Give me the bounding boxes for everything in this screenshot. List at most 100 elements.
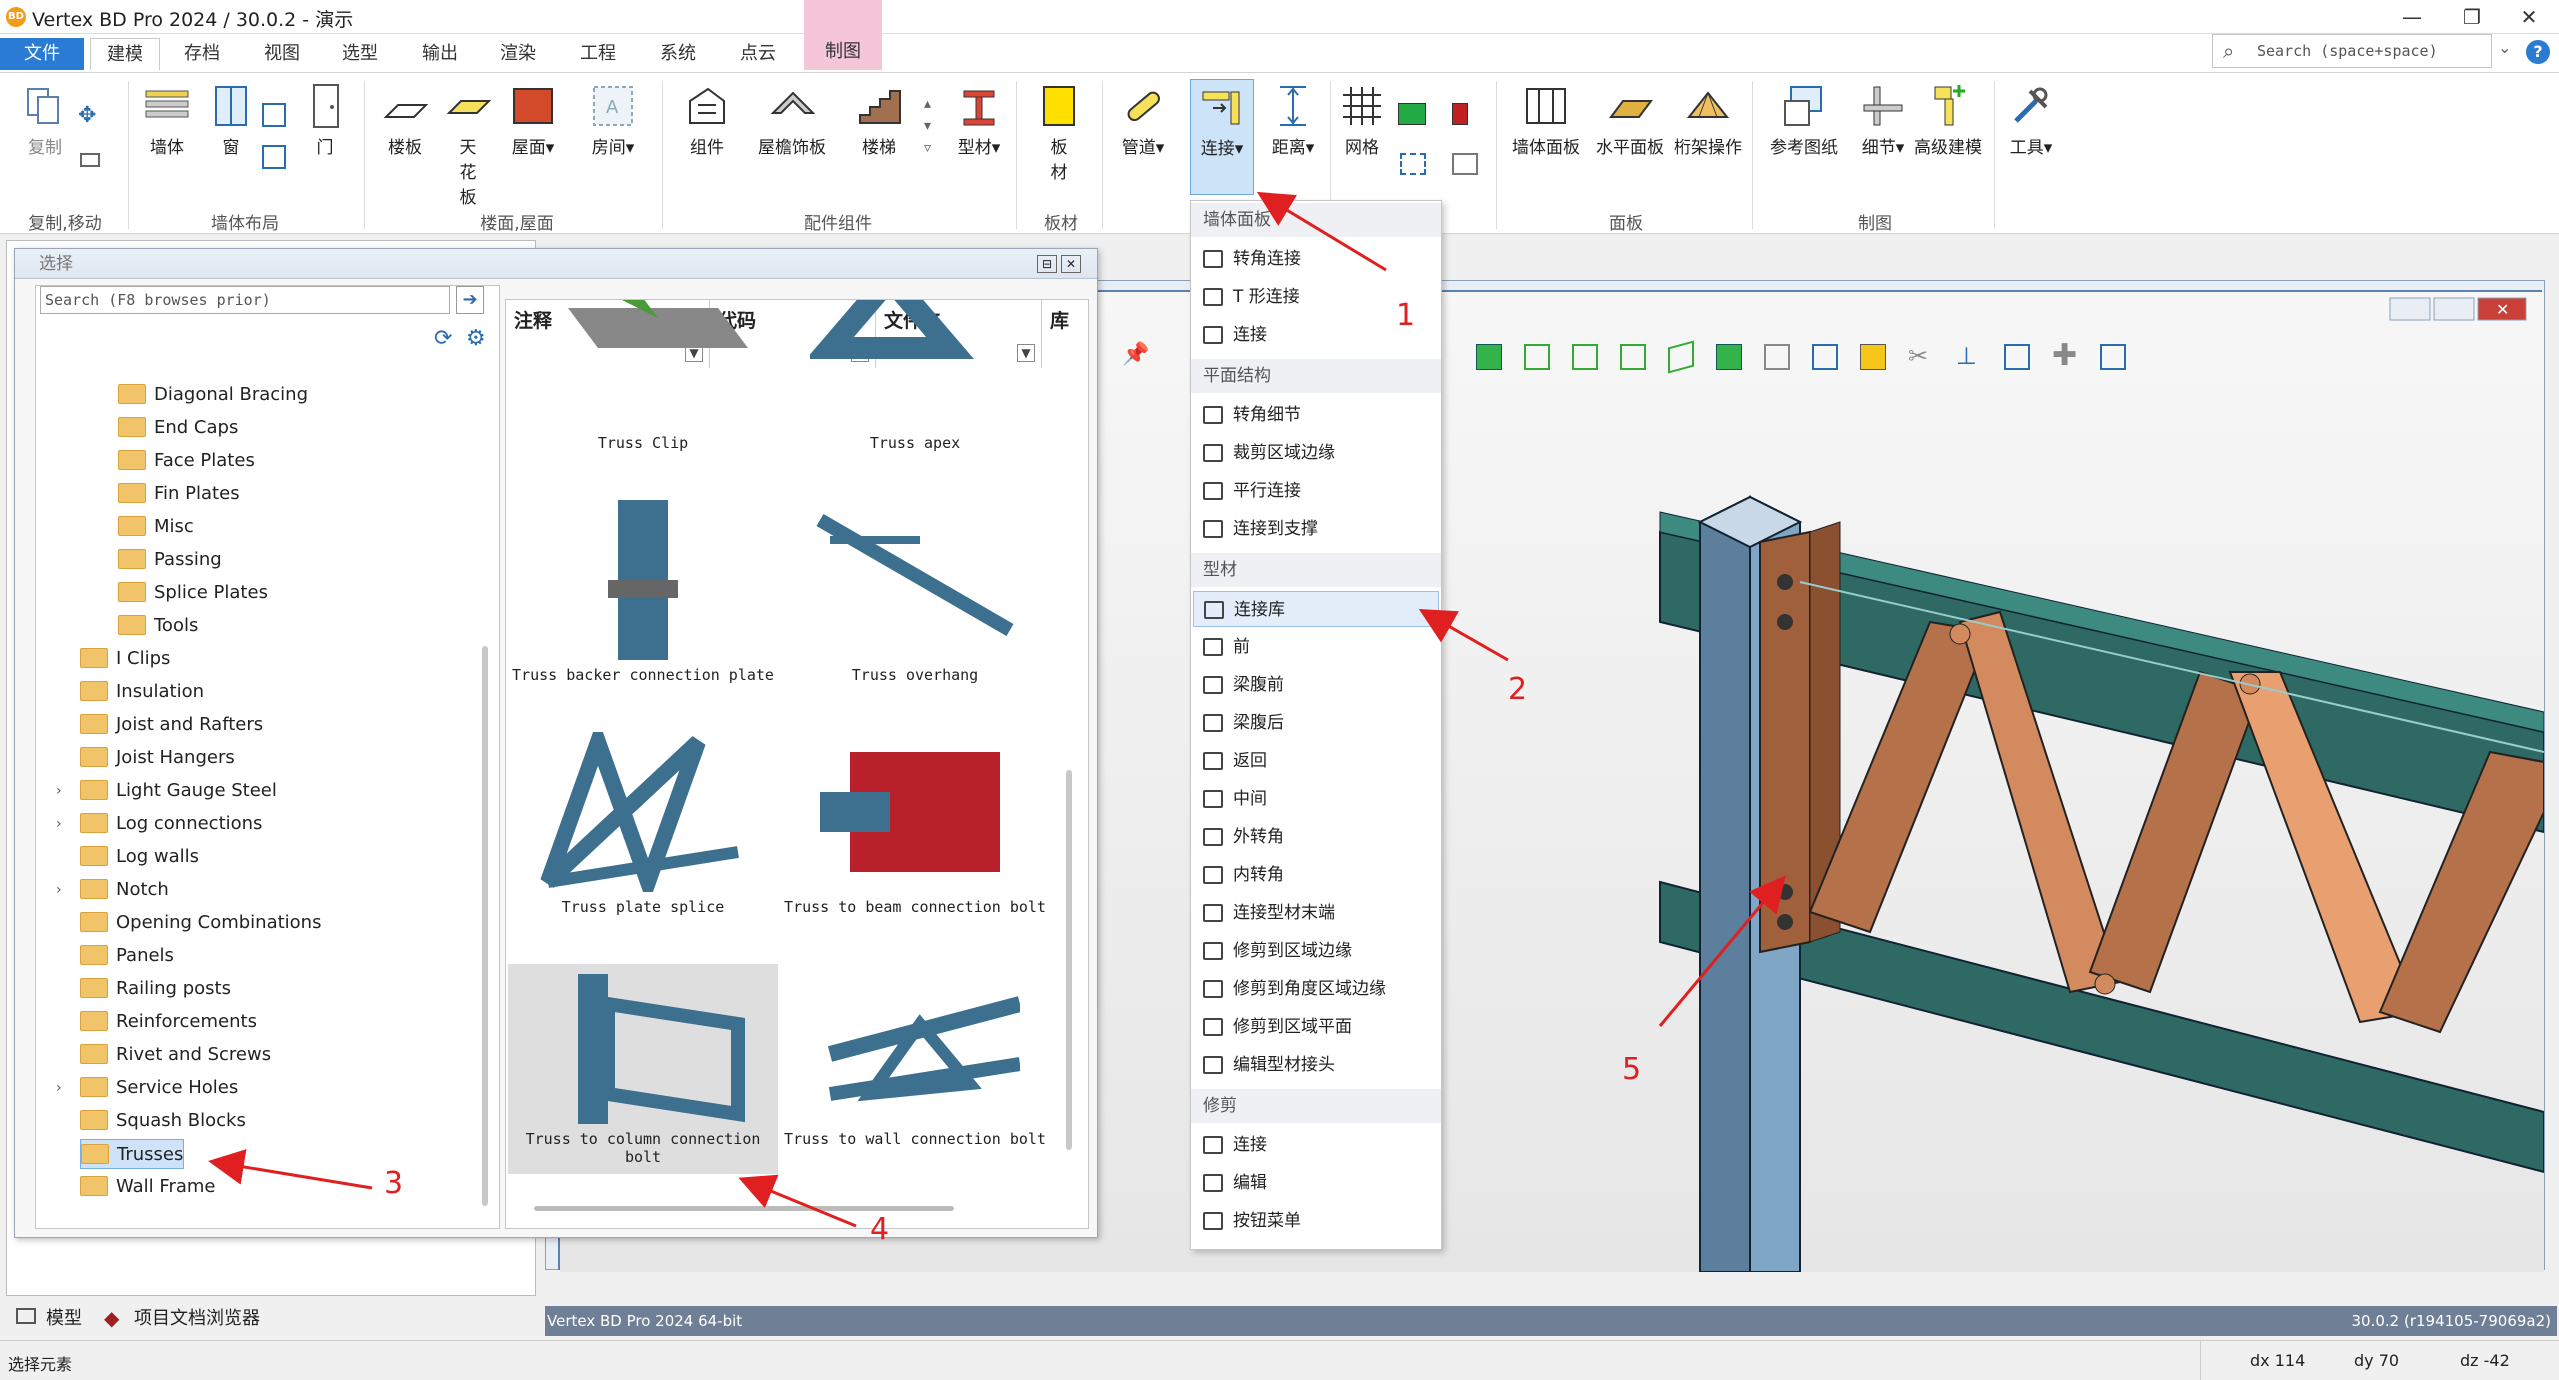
minimize-button[interactable]: —: [2382, 0, 2442, 34]
tree-item[interactable]: Misc: [118, 512, 194, 542]
component-button[interactable]: 组件: [674, 83, 740, 158]
close-button[interactable]: ✕: [2499, 0, 2559, 34]
grid-hscrollbar[interactable]: [534, 1206, 954, 1211]
window-button[interactable]: 窗: [206, 83, 256, 158]
truss-op-button[interactable]: 桁架操作: [1668, 83, 1748, 158]
connect-button[interactable]: 连接▾: [1190, 79, 1254, 195]
menu-item[interactable]: 前: [1193, 629, 1439, 665]
floor-button[interactable]: 楼板: [374, 83, 436, 158]
library-thumbnail[interactable]: Truss plate splice: [508, 732, 778, 942]
tree-item[interactable]: › Light Gauge Steel: [56, 776, 277, 806]
menu-item[interactable]: 修剪到角度区域边缘: [1193, 971, 1439, 1007]
tree-item[interactable]: Panels: [80, 941, 174, 971]
expand-chevron-icon[interactable]: ›: [56, 875, 62, 905]
select-area-icon[interactable]: [1400, 153, 1426, 175]
menu-item[interactable]: 按钮菜单: [1193, 1203, 1439, 1239]
tree-item[interactable]: Squash Blocks: [80, 1106, 246, 1136]
board-button[interactable]: 板材: [1026, 83, 1092, 183]
move-icon[interactable]: ✥: [78, 103, 96, 128]
tree-item[interactable]: Joist Hangers: [80, 743, 235, 773]
menu-item[interactable]: 连接库: [1193, 591, 1439, 627]
wall-button[interactable]: 墙体: [136, 83, 198, 158]
menu-item[interactable]: 编辑型材接头: [1193, 1047, 1439, 1083]
tab-save[interactable]: 存档: [168, 38, 236, 70]
library-thumbnail[interactable]: Truss Clip: [508, 300, 778, 478]
detail-button[interactable]: 细节▾: [1850, 83, 1916, 158]
gallery-scroll-icon[interactable]: ▴ ▾ ▿: [924, 93, 931, 159]
view-plan-icon[interactable]: [1716, 344, 1742, 370]
expand-chevron-icon[interactable]: ›: [56, 809, 62, 839]
library-thumbnail[interactable]: Truss backer connection plate: [508, 500, 778, 710]
tab-project-browser[interactable]: 项目文档浏览器: [134, 1304, 260, 1330]
search-input[interactable]: ⌕ Search (space+space): [2212, 34, 2492, 68]
tree-item[interactable]: › Log connections: [56, 809, 262, 839]
tab-project[interactable]: 工程: [564, 38, 632, 70]
tree-item[interactable]: End Caps: [118, 413, 238, 443]
adv-model-button[interactable]: 高级建模: [1908, 83, 1988, 158]
green-plane-icon[interactable]: [1398, 103, 1426, 125]
menu-item[interactable]: 修剪到区域平面: [1193, 1009, 1439, 1045]
tree-item[interactable]: Tools: [118, 611, 198, 641]
menu-item[interactable]: 连接: [1193, 1127, 1439, 1163]
menu-item[interactable]: 连接型材末端: [1193, 895, 1439, 931]
eaves-button[interactable]: 屋檐饰板: [750, 83, 834, 158]
tree-item[interactable]: Insulation: [80, 677, 204, 707]
axes-icon[interactable]: ⊥: [1956, 342, 1977, 370]
tab-modeling[interactable]: 建模: [90, 38, 160, 70]
cut-icon[interactable]: ✂: [1908, 342, 1928, 370]
library-thumbnail[interactable]: Truss to beam connection bolt: [780, 732, 1050, 942]
menu-item[interactable]: 裁剪区域边缘: [1193, 435, 1439, 471]
view-right-icon[interactable]: [1620, 344, 1646, 370]
room-button[interactable]: A 房间▾: [580, 83, 646, 158]
tools-button[interactable]: 工具▾: [1998, 83, 2064, 158]
tree-item[interactable]: › Notch: [56, 875, 169, 905]
menu-item[interactable]: 转角连接: [1193, 241, 1439, 277]
ref-drawing-button[interactable]: 参考图纸: [1764, 83, 1844, 158]
profile-button[interactable]: 型材▾: [948, 83, 1010, 158]
tree-item[interactable]: Face Plates: [118, 446, 255, 476]
tree-item[interactable]: › Service Holes: [56, 1073, 238, 1103]
tab-view[interactable]: 视图: [248, 38, 316, 70]
expand-chevron-icon[interactable]: ›: [56, 1073, 62, 1103]
grid-vscrollbar[interactable]: [1066, 770, 1072, 1150]
highlight-icon[interactable]: [1860, 344, 1886, 370]
maximize-button[interactable]: ❐: [2442, 0, 2502, 34]
menu-item[interactable]: 内转角: [1193, 857, 1439, 893]
menu-item[interactable]: 返回: [1193, 743, 1439, 779]
stairs-button[interactable]: 楼梯: [846, 83, 912, 158]
panel-restore-icon[interactable]: ⊟: [1037, 255, 1057, 273]
library-thumbnail[interactable]: Truss overhang: [780, 500, 1050, 710]
red-marker-icon[interactable]: [1452, 103, 1468, 125]
pipe-button[interactable]: 管道▾: [1106, 83, 1180, 158]
tree-item[interactable]: Rivet and Screws: [80, 1040, 271, 1070]
menu-item[interactable]: 梁腹前: [1193, 667, 1439, 703]
tab-selection[interactable]: 选型: [326, 38, 394, 70]
library-thumbnail[interactable]: Truss to column connection bolt: [508, 964, 778, 1174]
view-box-icon[interactable]: [1452, 153, 1478, 175]
menu-item[interactable]: 平行连接: [1193, 473, 1439, 509]
door-button[interactable]: 门: [300, 83, 350, 158]
view-front-icon[interactable]: [1476, 344, 1502, 370]
library-thumbnail[interactable]: Truss to wall connection bolt: [780, 964, 1050, 1174]
tree-item[interactable]: Diagonal Bracing: [118, 380, 308, 410]
tab-drafting[interactable]: 制图: [804, 0, 882, 70]
tree-item[interactable]: I Clips: [80, 644, 170, 674]
menu-item[interactable]: 中间: [1193, 781, 1439, 817]
tab-output[interactable]: 输出: [406, 38, 474, 70]
grid-button[interactable]: 网格: [1334, 83, 1390, 158]
opening-icon[interactable]: [262, 145, 286, 169]
floor-panel-button[interactable]: 水平面板: [1590, 83, 1670, 158]
view-back-icon[interactable]: [1524, 344, 1550, 370]
tree-item[interactable]: Log walls: [80, 842, 199, 872]
view-left-icon[interactable]: [1572, 344, 1598, 370]
tree-item[interactable]: Passing: [118, 545, 222, 575]
panel-close-icon[interactable]: ✕: [1061, 255, 1081, 273]
tab-pointcloud[interactable]: 点云: [724, 38, 792, 70]
tree-item[interactable]: Joist and Rafters: [80, 710, 263, 740]
tree-item[interactable]: Fin Plates: [118, 479, 240, 509]
section-icon[interactable]: [1764, 344, 1790, 370]
wall-panel-button[interactable]: 墙体面板: [1506, 83, 1586, 158]
distance-button[interactable]: 距离▾: [1260, 83, 1326, 158]
menu-item[interactable]: 修剪到区域边缘: [1193, 933, 1439, 969]
menu-item[interactable]: 编辑: [1193, 1165, 1439, 1201]
